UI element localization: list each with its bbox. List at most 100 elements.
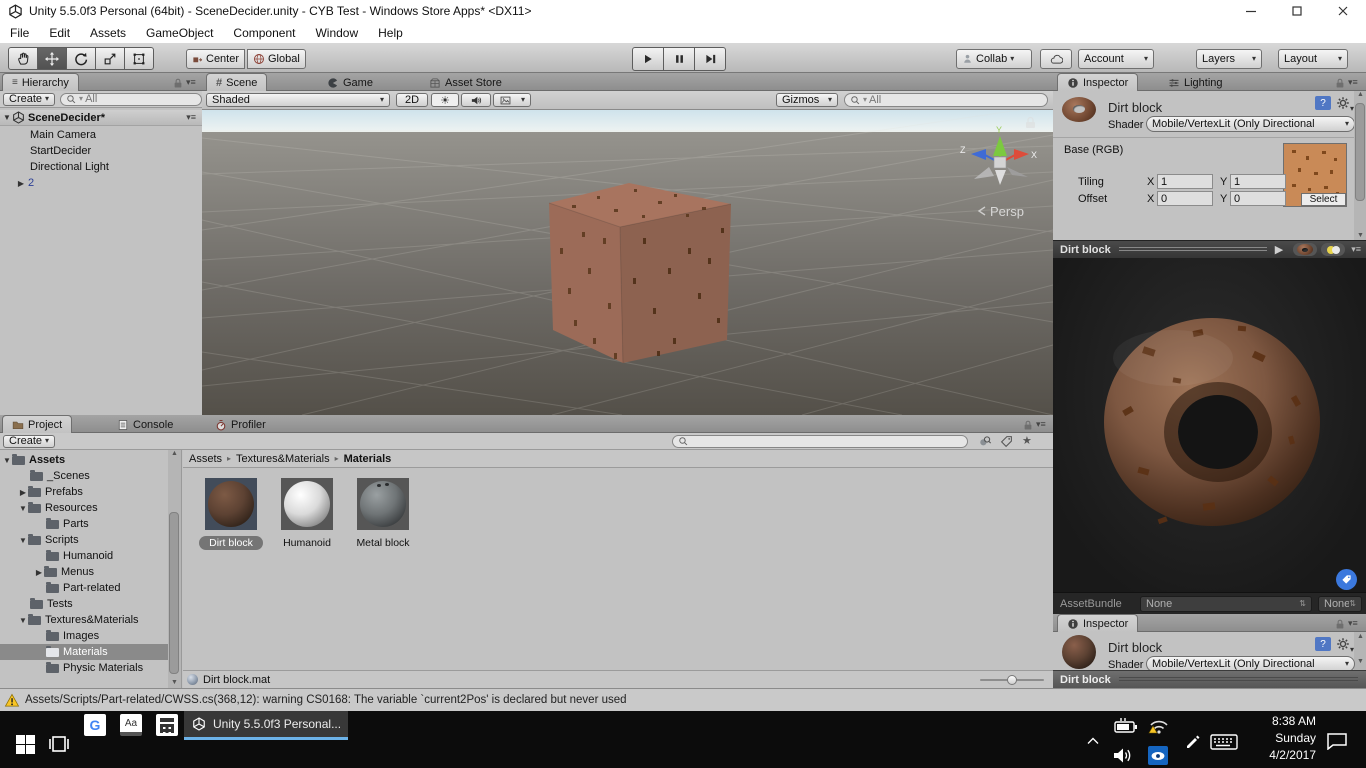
shader-dropdown[interactable]: Mobile/VertexLit (Only Directional ▾ bbox=[1146, 116, 1355, 132]
cloud-button[interactable] bbox=[1040, 49, 1072, 69]
scroll-down-icon[interactable]: ▼ bbox=[1357, 232, 1364, 239]
taskbar-chrome-google-icon[interactable]: G bbox=[84, 714, 106, 736]
foldout-arrow-icon[interactable]: ▼ bbox=[2, 456, 12, 465]
panel-menu-icon[interactable]: ▾≡ bbox=[1348, 618, 1358, 629]
tree-item-scripts[interactable]: ▼Scripts bbox=[0, 532, 181, 548]
shader-dropdown[interactable]: Mobile/VertexLit (Only Directional ▾ bbox=[1146, 656, 1355, 670]
foldout-arrow-icon[interactable]: ▶ bbox=[18, 488, 28, 497]
rect-tool-button[interactable] bbox=[124, 47, 154, 70]
preview-drag-handle[interactable] bbox=[1119, 247, 1267, 253]
panel-menu-icon[interactable]: ▾≡ bbox=[186, 77, 196, 88]
start-button[interactable] bbox=[8, 729, 42, 759]
tag-button[interactable] bbox=[1336, 569, 1357, 590]
pen-icon[interactable] bbox=[1184, 733, 1200, 752]
2d-toggle-button[interactable]: 2D bbox=[396, 93, 428, 107]
inspector2-scrollbar[interactable]: ▲ ▼ bbox=[1354, 632, 1366, 670]
tab-inspector2[interactable]: Inspector bbox=[1057, 614, 1138, 632]
scene-search-input[interactable]: ▾ All bbox=[844, 93, 1048, 107]
tree-item-menus[interactable]: ▶Menus bbox=[0, 564, 181, 580]
scrollbar-thumb[interactable] bbox=[1355, 103, 1365, 201]
tree-item-tests[interactable]: Tests bbox=[0, 596, 181, 612]
scroll-up-icon[interactable]: ▲ bbox=[1357, 91, 1364, 98]
tree-item-parts[interactable]: Parts bbox=[0, 516, 181, 532]
menu-component[interactable]: Component bbox=[223, 26, 305, 40]
base-texture-thumbnail[interactable]: Select bbox=[1283, 143, 1347, 207]
lock-icon[interactable] bbox=[1022, 419, 1034, 431]
panel-menu-icon[interactable]: ▾≡ bbox=[1036, 419, 1046, 430]
project-create-dropdown[interactable]: Create▾ bbox=[3, 435, 55, 448]
move-tool-button[interactable] bbox=[37, 47, 67, 70]
tree-item-images[interactable]: Images bbox=[0, 628, 181, 644]
tree-item-assets[interactable]: ▼Assets bbox=[0, 452, 181, 468]
close-button[interactable] bbox=[1320, 0, 1366, 22]
touch-keyboard-icon[interactable] bbox=[1210, 734, 1238, 753]
play-button[interactable] bbox=[632, 47, 664, 71]
hand-tool-button[interactable] bbox=[8, 47, 38, 70]
scroll-up-icon[interactable]: ▲ bbox=[1357, 633, 1364, 640]
inspector-scrollbar[interactable]: ▲ ▼ bbox=[1354, 91, 1366, 240]
tab-game[interactable]: Game bbox=[318, 74, 382, 91]
tree-item-textures-materials[interactable]: ▼Textures&Materials bbox=[0, 612, 181, 628]
lock-icon[interactable] bbox=[1334, 618, 1346, 630]
favorites-star-icon[interactable]: ★ bbox=[1022, 434, 1032, 447]
maximize-button[interactable] bbox=[1274, 0, 1320, 22]
lock-icon[interactable] bbox=[1334, 77, 1346, 89]
taskbar-unity-button[interactable]: Unity 5.5.0f3 Personal... bbox=[184, 711, 348, 740]
menu-help[interactable]: Help bbox=[368, 26, 413, 40]
menu-assets[interactable]: Assets bbox=[80, 26, 136, 40]
scene-audio-toggle[interactable] bbox=[461, 93, 491, 107]
minimize-button[interactable] bbox=[1228, 0, 1274, 22]
scroll-down-icon[interactable]: ▼ bbox=[171, 679, 178, 686]
select-texture-button[interactable]: Select bbox=[1301, 193, 1346, 206]
action-center-icon[interactable] bbox=[1326, 732, 1348, 753]
scroll-down-icon[interactable]: ▼ bbox=[1357, 658, 1364, 665]
shading-mode-dropdown[interactable]: Shaded▾ bbox=[206, 93, 390, 107]
taskbar-clock[interactable]: 8:38 AM Sunday 4/2/2017 bbox=[1244, 713, 1316, 764]
foldout-arrow-icon[interactable]: ▶ bbox=[16, 179, 26, 188]
assetbundle-name-dropdown[interactable]: None ⇅ bbox=[1140, 596, 1312, 612]
layers-dropdown[interactable]: Layers▾ bbox=[1196, 49, 1262, 69]
preview-drag-handle[interactable] bbox=[1119, 677, 1358, 683]
menu-window[interactable]: Window bbox=[305, 26, 368, 40]
scale-tool-button[interactable] bbox=[95, 47, 125, 70]
network-wifi-warning-icon[interactable] bbox=[1148, 718, 1170, 738]
pause-button[interactable] bbox=[663, 47, 695, 71]
asset-thumb-humanoid[interactable] bbox=[281, 478, 333, 530]
offset-x-field[interactable]: 0 bbox=[1157, 191, 1213, 206]
search-by-label-icon[interactable] bbox=[1000, 435, 1013, 448]
step-button[interactable] bbox=[694, 47, 726, 71]
pivot-center-button[interactable]: Center bbox=[186, 49, 245, 69]
menu-file[interactable]: File bbox=[0, 26, 39, 40]
material-preview-area[interactable] bbox=[1053, 258, 1366, 592]
tiling-x-field[interactable]: 1 bbox=[1157, 174, 1213, 189]
scene-lighting-toggle[interactable]: ☀ bbox=[431, 93, 459, 107]
tree-scrollbar[interactable]: ▲ ▼ bbox=[168, 450, 181, 688]
tab-hierarchy[interactable]: ≡ Hierarchy bbox=[2, 73, 79, 91]
tab-inspector[interactable]: Inspector bbox=[1057, 73, 1138, 91]
tiling-y-field[interactable]: 1 bbox=[1230, 174, 1286, 189]
gizmos-dropdown[interactable]: Gizmos▾ bbox=[776, 93, 838, 107]
tree-item-prefabs[interactable]: ▶Prefabs bbox=[0, 484, 181, 500]
hierarchy-item-startdecider[interactable]: StartDecider bbox=[0, 143, 202, 159]
account-dropdown[interactable]: Account▾ bbox=[1078, 49, 1154, 69]
foldout-arrow-icon[interactable]: ▼ bbox=[18, 504, 28, 513]
panel-menu-icon[interactable]: ▾≡ bbox=[1348, 77, 1358, 88]
asset-label-humanoid[interactable]: Humanoid bbox=[269, 536, 345, 550]
assetbundle-variant-dropdown[interactable]: None ⇅ bbox=[1318, 596, 1362, 612]
taskbar-calculator-icon[interactable] bbox=[156, 714, 178, 736]
asset-label-dirt-block-selected[interactable]: Dirt block bbox=[199, 536, 263, 550]
lock-icon[interactable] bbox=[172, 77, 184, 89]
asset-label-metal-block[interactable]: Metal block bbox=[345, 536, 421, 550]
menu-edit[interactable]: Edit bbox=[39, 26, 80, 40]
breadcrumb-materials[interactable]: Materials bbox=[344, 453, 392, 465]
scene-menu-icon[interactable]: ▾≡ bbox=[186, 112, 196, 123]
project-search-input[interactable] bbox=[672, 435, 968, 448]
help-icon[interactable]: ? bbox=[1315, 96, 1331, 110]
volume-icon[interactable] bbox=[1112, 747, 1134, 767]
offset-y-field[interactable]: 0 bbox=[1230, 191, 1286, 206]
rotate-tool-button[interactable] bbox=[66, 47, 96, 70]
breadcrumb-assets[interactable]: Assets bbox=[189, 453, 222, 465]
help-icon[interactable]: ? bbox=[1315, 637, 1331, 651]
gear-icon[interactable] bbox=[1336, 96, 1350, 110]
thumbnail-size-slider-thumb[interactable] bbox=[1007, 675, 1017, 685]
